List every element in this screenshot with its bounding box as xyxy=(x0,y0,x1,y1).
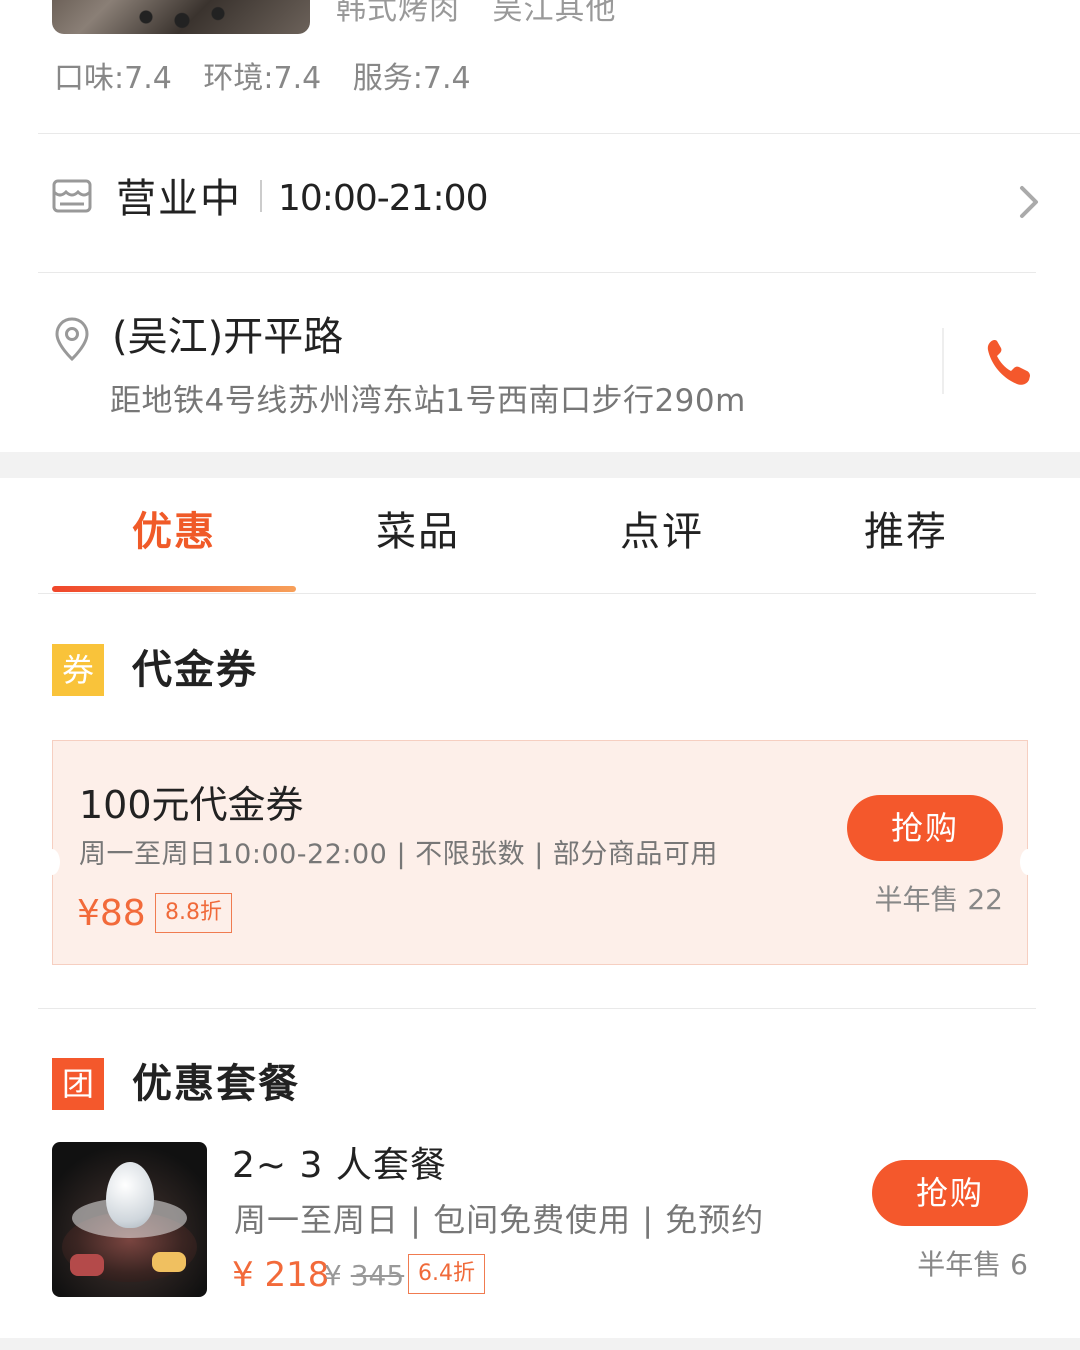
discount-badge: 6.4折 xyxy=(408,1254,485,1294)
active-tab-indicator xyxy=(52,586,296,592)
category-tag: 韩式烤肉 xyxy=(336,0,460,27)
divider xyxy=(38,133,1080,134)
discount-badge: 8.8折 xyxy=(155,893,232,933)
tab-recommend[interactable]: 推荐 xyxy=(784,504,1028,560)
section-gap xyxy=(0,452,1080,478)
side-dish-image-part xyxy=(152,1252,186,1272)
category-tags: 韩式烤肉 吴江其他 xyxy=(336,0,617,28)
buy-button[interactable]: 抢购 xyxy=(872,1160,1028,1226)
voucher-section-header: 券 代金券 xyxy=(52,644,452,698)
phone-icon[interactable] xyxy=(984,336,1032,388)
tab-bar: 优惠 菜品 点评 推荐 xyxy=(52,478,1028,594)
package-section-header: 团 优惠套餐 xyxy=(52,1058,452,1112)
ice-egg-image-part xyxy=(106,1162,154,1228)
business-hours-row[interactable]: 营业中 10:00-21:00 xyxy=(52,170,1042,230)
sold-count: 半年售 6 xyxy=(917,1248,1028,1281)
subway-distance: 距地铁4号线苏州湾东站1号西南口步行290m xyxy=(110,383,746,419)
ticket-notch xyxy=(44,849,60,875)
voucher-card[interactable]: 100元代金券 周一至周日10:00-22:00 | 不限张数 | 部分商品可用… xyxy=(44,740,1036,965)
tab-reviews[interactable]: 点评 xyxy=(540,504,784,560)
photo-content xyxy=(122,0,242,34)
shop-icon xyxy=(52,179,92,213)
buy-button[interactable]: 抢购 xyxy=(847,795,1003,861)
package-price: ¥ 218 xyxy=(232,1255,330,1295)
package-title[interactable]: 2~ 3 人套餐 xyxy=(232,1142,447,1190)
voucher-title: 100元代金券 xyxy=(79,783,304,827)
original-price: ¥ 345 xyxy=(324,1256,404,1296)
divider xyxy=(38,272,1036,273)
street-address: (吴江)开平路 xyxy=(112,314,344,360)
original-price-currency: ¥ xyxy=(324,1259,342,1292)
score-taste: 口味:7.4 xyxy=(54,61,172,96)
open-status: 营业中 xyxy=(116,176,242,222)
group-deal-badge-icon: 团 xyxy=(52,1058,104,1110)
chevron-right-icon xyxy=(1020,186,1038,218)
voucher-badge-icon: 券 xyxy=(52,644,104,696)
section-gap xyxy=(0,1338,1080,1350)
section-title: 代金券 xyxy=(132,647,258,693)
separator xyxy=(260,180,262,212)
package-image[interactable] xyxy=(52,1142,207,1297)
section-title: 优惠套餐 xyxy=(132,1061,300,1107)
ticket-notch xyxy=(1020,849,1036,875)
divider xyxy=(38,593,1036,594)
tab-dishes[interactable]: 菜品 xyxy=(296,504,540,560)
location-pin-icon xyxy=(55,317,89,362)
separator xyxy=(942,328,944,394)
sold-count: 半年售 22 xyxy=(874,883,1003,916)
meat-image-part xyxy=(70,1254,104,1276)
tab-offers[interactable]: 优惠 xyxy=(52,504,296,560)
score-environment: 环境:7.4 xyxy=(203,61,322,96)
original-price-value: 345 xyxy=(350,1259,405,1292)
address-row[interactable]: (吴江)开平路 距地铁4号线苏州湾东站1号西南口步行290m xyxy=(52,306,1042,426)
package-description: 周一至周日 | 包间免费使用 | 免预约 xyxy=(234,1201,765,1239)
score-service: 服务:7.4 xyxy=(352,61,471,96)
opening-hours: 10:00-21:00 xyxy=(278,178,488,219)
shop-photo[interactable]: 131 xyxy=(52,0,310,34)
rating-scores: 口味:7.4 环境:7.4 服务:7.4 xyxy=(54,60,471,98)
area-tag: 吴江其他 xyxy=(492,0,617,27)
voucher-price: ¥88 xyxy=(77,893,146,934)
divider xyxy=(38,1008,1036,1009)
voucher-description: 周一至周日10:00-22:00 | 不限张数 | 部分商品可用 xyxy=(79,839,718,870)
